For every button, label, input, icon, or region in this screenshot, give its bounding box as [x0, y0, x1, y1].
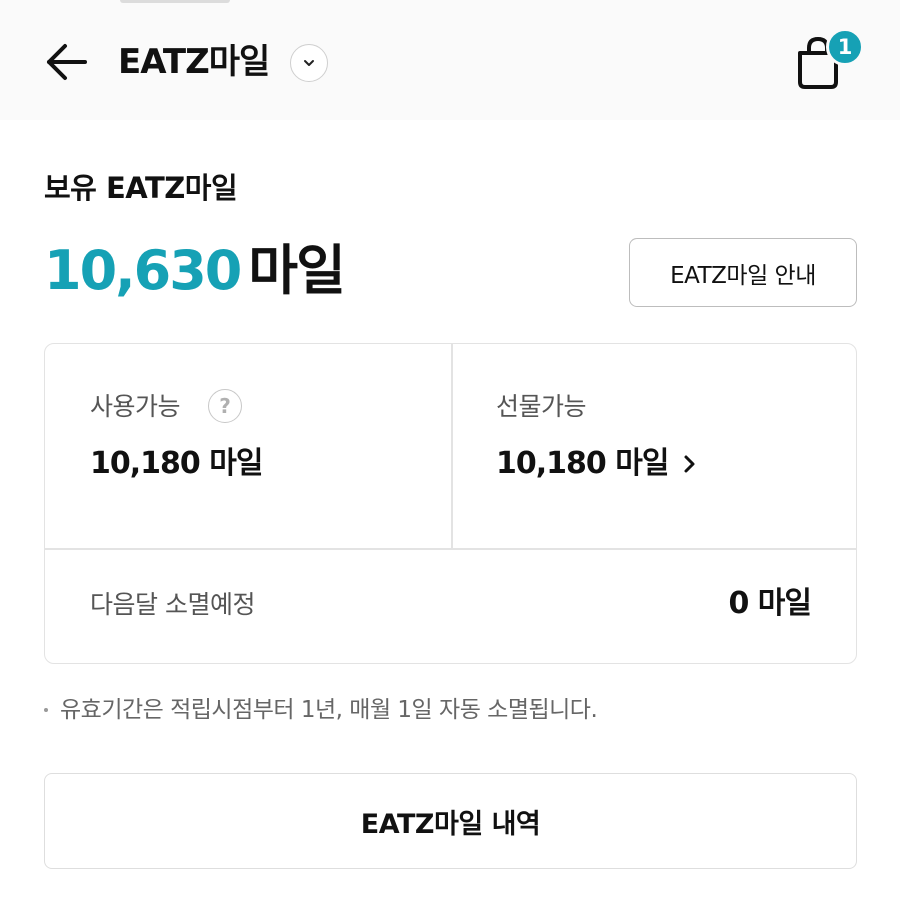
giftable-value-wrap: 10,180 마일 — [496, 444, 669, 484]
expiring-value-wrap: 0 마일 — [728, 584, 812, 624]
chevron-down-icon — [304, 60, 314, 66]
page-title: EATZ마일 — [118, 42, 270, 82]
top-app-bar: EATZ마일 1 — [0, 0, 900, 120]
giftable-label: 선물가능 — [496, 392, 587, 421]
balance-label: 보유 EATZ마일 — [44, 171, 238, 205]
expiry-notice: 유효기간은 적립시점부터 1년, 매월 1일 자동 소멸됩니다. — [44, 692, 598, 728]
available-label: 사용가능 — [90, 392, 181, 421]
giftable-link[interactable]: 10,180 마일 — [496, 444, 700, 484]
card-divider-vertical — [451, 344, 453, 548]
giftable-unit: 마일 — [615, 446, 669, 481]
mile-guide-button[interactable]: EATZ마일 안내 — [629, 238, 857, 307]
expiring-unit: 마일 — [757, 586, 812, 621]
title-dropdown-button[interactable] — [290, 44, 328, 82]
card-divider-horizontal — [45, 548, 856, 550]
bullet-dot — [44, 708, 48, 712]
available-value-wrap: 10,180 마일 — [90, 444, 263, 484]
mile-history-button[interactable]: EATZ마일 내역 — [44, 773, 857, 869]
chevron-right-icon — [684, 455, 695, 473]
expiry-notice-text: 유효기간은 적립시점부터 1년, 매월 1일 자동 소멸됩니다. — [60, 697, 598, 723]
available-value: 10,180 — [90, 446, 201, 481]
expiring-label: 다음달 소멸예정 — [90, 590, 255, 619]
back-button[interactable] — [40, 36, 92, 88]
question-circle-icon[interactable]: ? — [208, 389, 242, 423]
arrow-left-icon — [47, 44, 87, 80]
mile-summary-card: 사용가능 ? 10,180 마일 선물가능 10,180 마일 다음달 소멸예정… — [44, 343, 857, 664]
expiring-value: 0 — [728, 586, 749, 621]
balance-display: 10,630 마일 — [44, 236, 346, 306]
status-bar-edge — [120, 0, 230, 3]
giftable-value: 10,180 — [496, 446, 607, 481]
balance-unit: 마일 — [248, 239, 345, 302]
available-unit: 마일 — [209, 446, 263, 481]
balance-amount: 10,630 — [44, 239, 242, 302]
cart-count-badge: 1 — [826, 28, 864, 66]
